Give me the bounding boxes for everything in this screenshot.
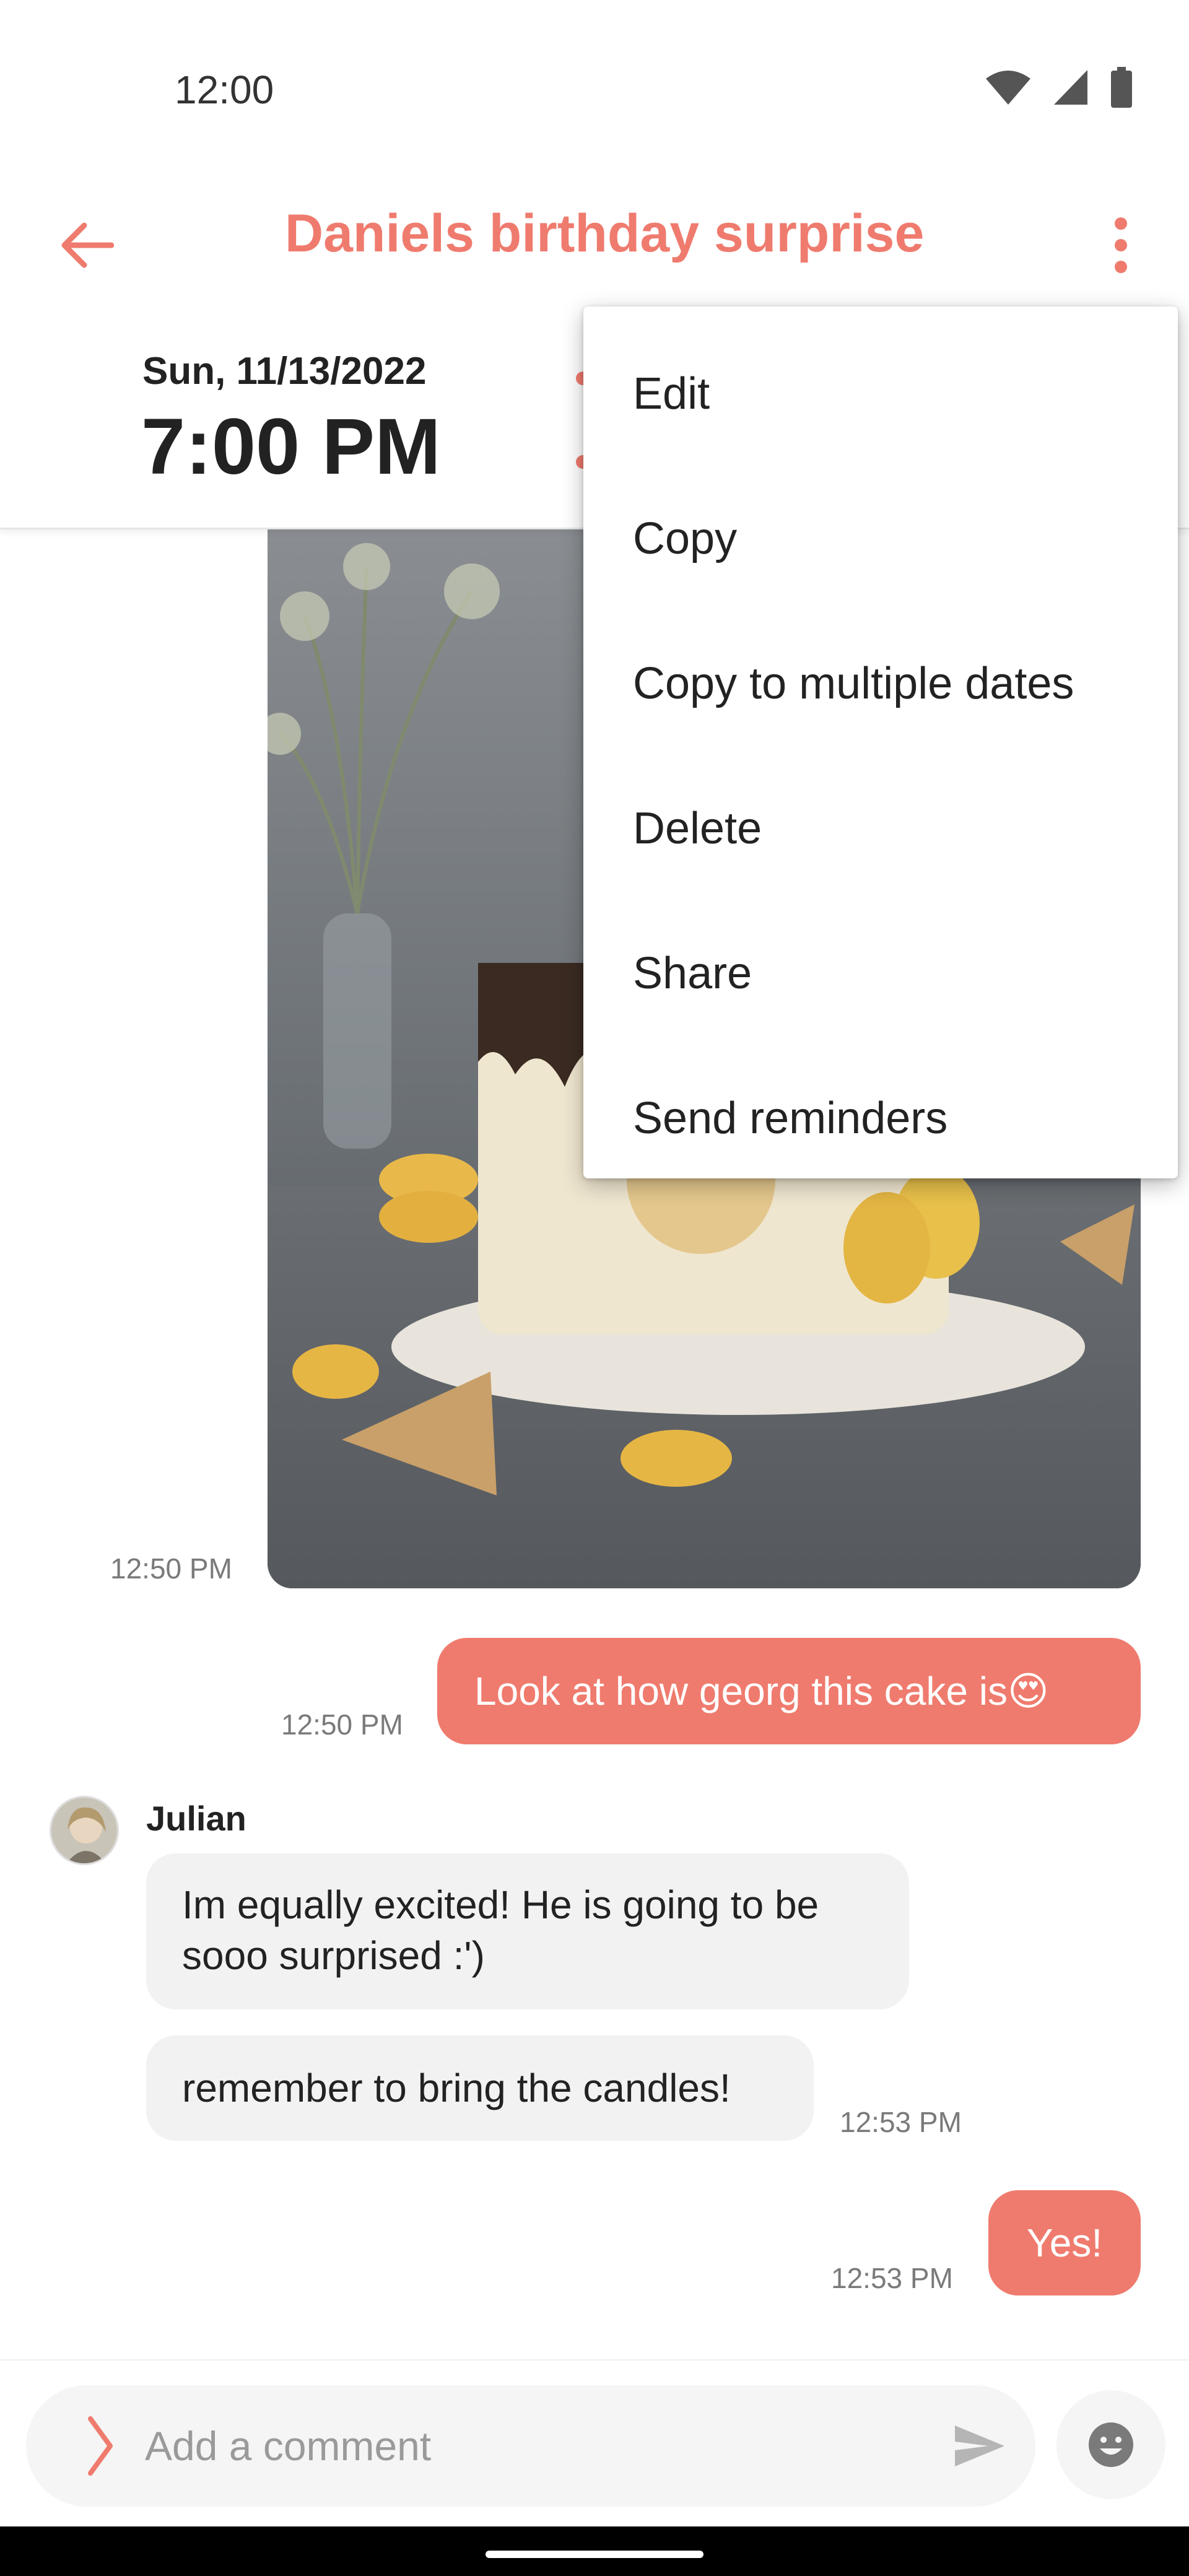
menu-item-send-reminders[interactable]: Send reminders (583, 1046, 1178, 1191)
message-text: Look at how georg this cake is😍 (474, 1668, 1049, 1713)
emoji-button[interactable] (1056, 2390, 1165, 2499)
send-icon (955, 2426, 1004, 2466)
comment-input[interactable] (145, 2410, 913, 2482)
cellular-signal-icon (1054, 70, 1087, 105)
event-time: 7:00 PM (141, 402, 441, 491)
more-options-button[interactable] (1084, 208, 1158, 282)
home-handle[interactable] (486, 2551, 703, 2558)
incoming-message-bubble[interactable]: Im equally excited! He is going to be so… (146, 1853, 909, 2009)
timestamp: 12:50 PM (110, 1552, 232, 1585)
comment-composer (0, 2359, 1189, 2526)
message-text: Im equally excited! He is going to be so… (182, 1882, 819, 1978)
status-bar: 12:00 (0, 0, 1189, 186)
event-date: Sun, 11/13/2022 (142, 350, 427, 393)
menu-item-copy[interactable]: Copy (583, 466, 1178, 611)
navigation-bar (0, 2526, 1189, 2576)
send-button[interactable] (943, 2409, 1017, 2483)
message-text: Yes! (1026, 2221, 1103, 2265)
outgoing-message-bubble[interactable]: Look at how georg this cake is😍 (437, 1638, 1141, 1744)
back-button[interactable] (50, 208, 124, 282)
menu-item-copy-to-multiple-dates[interactable]: Copy to multiple dates (583, 611, 1178, 756)
incoming-message-bubble[interactable]: remember to bring the candles! (146, 2035, 814, 2141)
sender-name: Julian (146, 1799, 246, 1838)
more-vert-icon (1115, 217, 1127, 273)
menu-item-share[interactable]: Share (583, 901, 1178, 1046)
avatar[interactable] (50, 1796, 119, 1865)
page-title: Daniels birthday surprise (285, 204, 925, 263)
status-time: 12:00 (175, 67, 274, 112)
wifi-icon (986, 71, 1030, 105)
battery-icon (1111, 67, 1132, 108)
comment-box (26, 2385, 1035, 2507)
chevron-right-icon (88, 2416, 113, 2476)
timestamp: 12:53 PM (831, 2262, 953, 2294)
status-icons (985, 67, 1133, 108)
emoji-icon (1089, 2422, 1133, 2467)
menu-item-delete[interactable]: Delete (583, 756, 1178, 901)
overflow-menu: Edit Copy Copy to multiple dates Delete … (583, 307, 1178, 1178)
menu-item-edit[interactable]: Edit (583, 321, 1178, 466)
arrow-left-icon (61, 222, 114, 268)
outgoing-message-bubble[interactable]: Yes! (988, 2190, 1141, 2295)
message-text: remember to bring the candles! (182, 2066, 731, 2110)
timestamp: 12:53 PM (840, 2106, 962, 2138)
timestamp: 12:50 PM (281, 1708, 403, 1741)
expand-button[interactable] (63, 2409, 137, 2483)
